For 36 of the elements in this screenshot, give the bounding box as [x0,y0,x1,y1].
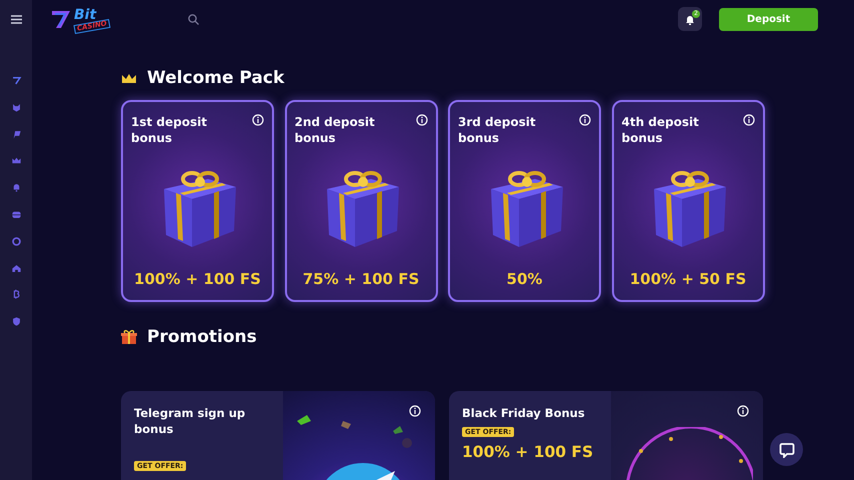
shield-icon[interactable] [10,316,22,328]
promo-title: Black Friday Bonus [462,405,586,421]
info-icon[interactable] [737,405,749,417]
bonus-title: 4th deposit bonus [622,114,700,146]
crown-icon[interactable] [10,155,22,166]
bonus-card[interactable]: 4th deposit bonus 100% + 50 FS [612,100,764,302]
info-icon[interactable] [742,114,754,126]
bonus-amount: 100% + 50 FS [628,270,748,288]
seven-icon[interactable] [10,75,22,86]
promo-title: Telegram sign up bonus [134,405,246,437]
chat-icon [778,442,794,458]
bonus-title: 1st deposit bonus [131,114,208,146]
info-icon[interactable] [252,114,264,126]
menu-icon[interactable] [10,14,22,24]
info-icon[interactable] [579,114,591,126]
promo-amount: 100% + 100 FS [462,443,594,461]
info-icon[interactable] [416,114,428,126]
bonus-title: 3rd deposit bonus [458,114,537,146]
bonus-amount: 100% + 100 FS [133,270,262,288]
mask-icon[interactable] [10,102,22,113]
info-icon[interactable] [409,405,421,417]
bonus-title: 2nd deposit bonus [294,114,376,146]
section-title: Welcome Pack [147,68,284,88]
bonus-card[interactable]: 1st deposit bonus 100% + 100 FS [121,100,274,302]
lifebuoy-icon[interactable] [10,236,22,247]
search-icon[interactable] [188,14,200,24]
section-title: Promotions [147,327,257,347]
bonus-amount: 75% + 100 FS [302,270,420,288]
bonus-amount: 50% [506,270,544,288]
bonus-card[interactable]: 2nd deposit bonus 75% + 100 FS [284,100,438,302]
home-icon[interactable] [10,262,22,274]
bell-icon [685,14,695,24]
gift-icon [121,329,137,345]
bonus-card[interactable]: 3rd deposit bonus 50% [448,100,601,302]
chat-button[interactable] [770,433,803,466]
crown-icon [121,72,137,84]
